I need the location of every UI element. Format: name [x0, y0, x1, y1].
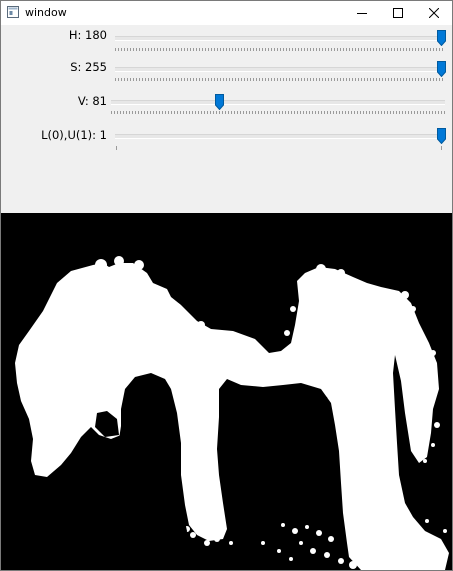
trackbar-lu-label: L(0),U(1): 1 [41, 128, 107, 142]
minimize-button[interactable] [344, 1, 380, 25]
trackbar-h-label: H: 180 [68, 28, 107, 42]
app-window: window H: 180 S: 255 V: 81 L(0),U(1): 1 [0, 0, 453, 571]
close-icon [429, 8, 439, 18]
trackbar-lu-track[interactable] [115, 134, 445, 139]
maximize-button[interactable] [380, 1, 416, 25]
trackbar-s-track[interactable] [115, 67, 445, 72]
title-bar[interactable]: window [1, 1, 452, 25]
trackbar-v-thumb[interactable] [215, 94, 224, 110]
trackbar-panel: H: 180 S: 255 V: 81 L(0),U(1): 1 [1, 25, 452, 213]
trackbar-lu-tick-max [441, 146, 442, 150]
app-window-icon [7, 6, 19, 18]
trackbar-s-thumb[interactable] [437, 61, 446, 77]
window-title: window [25, 6, 67, 19]
trackbar-s-ticks [115, 78, 445, 81]
trackbar-h-thumb[interactable] [437, 30, 446, 46]
trackbar-lu: L(0),U(1): 1 [1, 127, 452, 153]
trackbar-lu-tick-min [116, 146, 117, 150]
trackbar-h: H: 180 [1, 27, 452, 53]
trackbar-s: S: 255 [1, 59, 452, 85]
trackbar-lu-thumb[interactable] [437, 128, 446, 144]
trackbar-v: V: 81 [1, 93, 452, 119]
trackbar-h-ticks [115, 48, 445, 51]
binary-mask-image [1, 213, 452, 570]
mask-image-view [1, 213, 452, 570]
trackbar-v-ticks [111, 111, 445, 114]
trackbar-v-track[interactable] [111, 100, 445, 105]
minimize-icon [357, 13, 367, 14]
trackbar-h-track[interactable] [115, 36, 445, 41]
maximize-icon [393, 8, 403, 18]
close-button[interactable] [416, 1, 452, 25]
trackbar-s-label: S: 255 [70, 60, 107, 74]
trackbar-v-label: V: 81 [77, 94, 107, 108]
